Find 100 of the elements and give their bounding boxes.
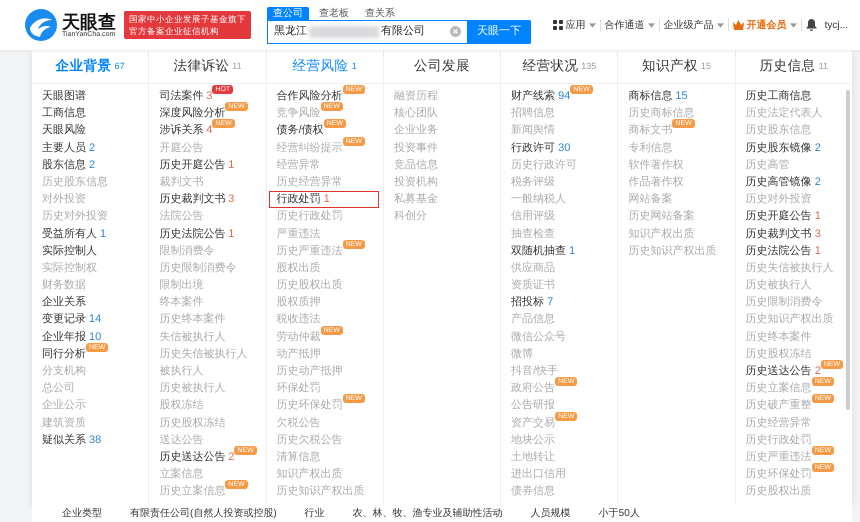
menu-item[interactable]: 商标文书 [626,122,674,140]
menu-item[interactable]: 建筑资质 [40,414,88,432]
menu-item[interactable]: 历史被执行人 [744,277,814,294]
menu-item[interactable]: 历史失信被执行人 [157,346,250,364]
menu-item[interactable]: 商标信息 15 [626,88,690,106]
menu-item[interactable]: 历史行政处罚 [274,208,345,226]
menu-item[interactable]: 税收违法 [274,311,323,329]
menu-item[interactable]: 地块公示 [509,432,558,449]
menu-item[interactable]: 历史法院公告 1 [744,242,823,260]
menu-item[interactable]: 抽查检查 [509,226,558,243]
menu-item[interactable]: 一般纳税人 [509,191,568,208]
menu-item[interactable]: 产品信息 [509,311,558,329]
category-tab[interactable]: 公司发展 [384,50,500,84]
menu-item[interactable]: 历史立案信息 [157,483,228,501]
menu-item[interactable]: 双随机抽查 1 [509,242,578,260]
menu-item[interactable]: 财务数据 [40,277,88,294]
menu-item[interactable]: 历史对外投资 [40,208,110,226]
menu-item[interactable]: 私募基金 [392,191,440,208]
menu-item[interactable]: 历史知识产权出质 [626,242,718,260]
menu-item[interactable]: 天眼风险 [40,122,88,140]
menu-item[interactable]: 分支机构 [40,363,88,380]
menu-item[interactable]: 历史高管 [744,156,792,174]
menu-item[interactable]: 涉诉关系 4 [157,122,214,140]
menu-item[interactable]: 招聘信息 [509,105,558,122]
menu-item[interactable]: 核心团队 [392,105,440,122]
menu-item[interactable]: 作品著作权 [626,174,686,192]
menu-item[interactable]: 被执行人 [157,363,206,380]
menu-item[interactable]: 历史知识产权出质 [274,483,367,501]
menu-item[interactable]: 信用评级 [509,208,558,226]
category-tab[interactable]: 历史信息 11 [736,50,852,84]
menu-item[interactable]: 政府公告 [509,380,558,398]
menu-item[interactable]: 工商信息 [40,105,88,122]
menu-item[interactable]: 网站备案 [626,191,674,208]
menu-item[interactable]: 开庭公告 [157,140,206,157]
menu-item[interactable]: 同行分析 [40,346,88,364]
menu-item[interactable]: 历史高管镜像 2 [744,174,823,192]
menu-item[interactable]: 进出口信用 [509,466,568,484]
menu-item[interactable]: 经营异常 [274,156,323,174]
menu-item[interactable]: 历史终本案件 [744,328,814,346]
menu-item[interactable]: 知识产权出质 [274,466,345,484]
menu-item[interactable]: 历史欠税公告 [274,432,345,449]
menu-item[interactable]: 历史环保处罚 [744,466,814,484]
menu-item[interactable]: 天眼图谱 [40,88,88,106]
menu-item[interactable]: 历史裁判文书 3 [157,191,236,208]
menu-item[interactable]: 历史法定代表人 [744,105,825,122]
menu-item[interactable]: 终本案件 [157,294,206,312]
menu-item[interactable]: 实际控制权 [40,260,99,278]
menu-item[interactable]: 新闻舆情 [509,122,558,140]
menu-item[interactable]: 历史经营异常 [744,414,814,432]
menu-item[interactable]: 经营纠纷提示 [274,140,345,157]
clear-icon[interactable] [450,26,461,37]
menu-item[interactable]: 历史开庭公告 1 [157,156,236,174]
menu-item[interactable]: 股权出质 [274,260,323,278]
menu-item[interactable]: 企业公示 [40,397,88,415]
menu-item[interactable]: 历史股东信息 [744,122,814,140]
nav-menu[interactable]: 企业级产品 [660,18,728,32]
apps-menu[interactable]: 应用 [548,18,600,32]
menu-item[interactable]: 严重违法 [274,226,323,243]
menu-item[interactable]: 清算信息 [274,448,323,466]
menu-item[interactable]: 历史股权冻结 [157,414,228,432]
search-tab[interactable]: 查老板 [313,6,355,20]
menu-item[interactable]: 送达公告 [157,432,206,449]
menu-item[interactable]: 行政处罚 1 [268,191,379,208]
menu-item[interactable]: 实际控制人 [40,242,99,260]
menu-item[interactable]: 历史终本案件 [157,311,228,329]
menu-item[interactable]: 软件著作权 [626,156,686,174]
scrollbar[interactable] [846,90,850,410]
search-tab[interactable]: 查公司 [267,6,309,20]
menu-item[interactable]: 历史被执行人 [157,380,228,398]
menu-item[interactable]: 历史裁判文书 3 [744,226,823,243]
menu-item[interactable]: 债务/债权 [274,122,326,140]
menu-item[interactable]: 资产交易 [509,414,558,432]
menu-item[interactable]: 股东信息 2 [40,156,98,174]
nav-menu[interactable]: 合作通道 [600,18,659,32]
menu-item[interactable]: 企业业务 [392,122,440,140]
menu-item[interactable]: 融资历程 [392,88,440,106]
menu-item[interactable]: 历史限制消费令 [157,260,238,278]
menu-item[interactable]: 历史股权冻结 [744,346,814,364]
menu-item[interactable]: 限制出境 [157,277,206,294]
menu-item[interactable]: 微博 [509,346,536,364]
menu-item[interactable]: 历史动产抵押 [274,363,345,380]
menu-item[interactable]: 股权冻结 [157,397,206,415]
menu-item[interactable]: 历史股权出质 [274,277,345,294]
menu-item[interactable]: 行政许可 30 [509,140,572,157]
menu-item[interactable]: 公告研报 [509,397,558,415]
menu-item[interactable]: 科创分 [392,208,429,226]
menu-item[interactable]: 专利信息 [626,140,674,157]
menu-item[interactable]: 历史失信被执行人 [744,260,836,278]
search-field[interactable]: 黑龙江 有限公司 [267,20,467,44]
menu-item[interactable]: 司法案件 3 [157,88,214,106]
menu-item[interactable]: 税务评级 [509,174,558,192]
menu-item[interactable]: 供应商品 [509,260,558,278]
menu-item[interactable]: 历史严重违法 [274,242,345,260]
menu-item[interactable]: 历史开庭公告 1 [744,208,823,226]
menu-item[interactable]: 受益所有人 1 [40,226,108,243]
menu-item[interactable]: 历史严重违法 [744,448,814,466]
menu-item[interactable]: 失信被执行人 [157,328,228,346]
menu-item[interactable]: 历史工商信息 [744,88,814,106]
menu-item[interactable]: 法院公告 [157,208,206,226]
menu-item[interactable]: 历史环保处罚 [274,397,345,415]
